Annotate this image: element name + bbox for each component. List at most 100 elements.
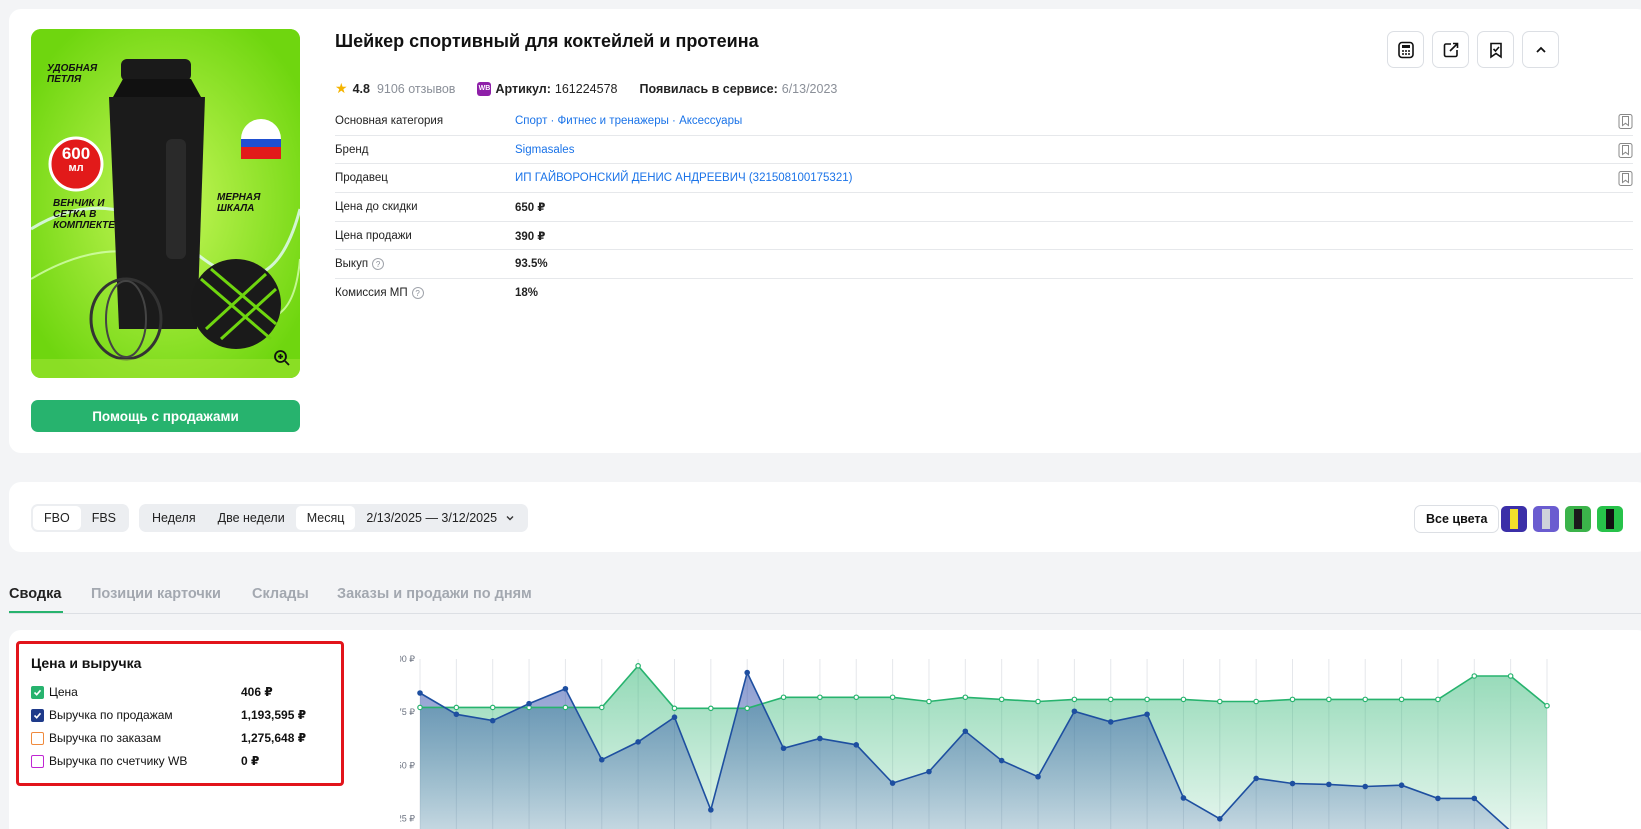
revenue-point[interactable] xyxy=(1362,783,1369,790)
price-point[interactable] xyxy=(780,694,787,701)
revenue-point[interactable] xyxy=(1217,816,1223,822)
revenue-point[interactable] xyxy=(1144,711,1150,718)
period-month[interactable]: Месяц xyxy=(295,506,356,530)
revenue-point[interactable] xyxy=(489,717,496,724)
period-week[interactable]: Неделя xyxy=(141,506,207,530)
price-point[interactable] xyxy=(853,694,860,701)
revenue-point[interactable] xyxy=(708,807,714,813)
period-two-weeks[interactable]: Две недели xyxy=(207,506,296,530)
price-point[interactable] xyxy=(1326,696,1332,703)
price-point[interactable] xyxy=(889,694,896,701)
scheme-fbo[interactable]: FBO xyxy=(33,506,81,530)
revenue-point[interactable] xyxy=(1071,708,1078,715)
legend-item-wb-counter[interactable]: Выручка по счетчику WB 0 ₽ xyxy=(31,752,321,770)
price-point[interactable] xyxy=(744,705,750,712)
all-colors-button[interactable]: Все цвета xyxy=(1414,505,1500,533)
legend-item-price[interactable]: Цена 406 ₽ xyxy=(31,683,321,701)
revenue-point[interactable] xyxy=(1326,781,1332,788)
price-point[interactable] xyxy=(1217,698,1223,705)
revenue-point[interactable] xyxy=(598,756,605,763)
date-range-picker[interactable]: 2/13/2025 — 3/12/2025 xyxy=(355,506,526,530)
price-point[interactable] xyxy=(1144,696,1150,703)
sales-help-button[interactable]: Помощь с продажами xyxy=(31,400,300,432)
price-point[interactable] xyxy=(926,698,932,705)
calculator-button[interactable] xyxy=(1387,31,1424,68)
price-point[interactable] xyxy=(1544,702,1550,709)
open-external-button[interactable] xyxy=(1432,31,1469,68)
revenue-point[interactable] xyxy=(526,700,532,707)
price-revenue-chart[interactable]: 500 ₽ 375 ₽ 250 ₽ 125 ₽ xyxy=(400,650,1641,829)
bookmark-icon[interactable] xyxy=(1618,142,1633,158)
zoom-icon[interactable] xyxy=(273,349,291,372)
bookmark-icon[interactable] xyxy=(1618,171,1633,187)
price-point[interactable] xyxy=(1035,698,1041,705)
price-point[interactable] xyxy=(562,704,569,711)
revenue-point[interactable] xyxy=(417,690,423,696)
brand-link[interactable]: Sigmasales xyxy=(515,144,574,156)
bookmark-icon[interactable] xyxy=(1618,114,1633,129)
revenue-point[interactable] xyxy=(1180,795,1187,801)
legend-item-orders-revenue[interactable]: Выручка по заказам 1,275,648 ₽ xyxy=(31,729,321,747)
tab-positions[interactable]: Позиции карточки xyxy=(91,586,221,602)
price-point[interactable] xyxy=(489,704,496,711)
reviews-count[interactable]: 9106 отзывов xyxy=(377,82,456,96)
price-point[interactable] xyxy=(1398,696,1405,703)
color-variant-3[interactable] xyxy=(1565,506,1591,532)
revenue-point[interactable] xyxy=(1435,795,1441,802)
help-icon[interactable]: ? xyxy=(411,287,424,300)
revenue-point[interactable] xyxy=(889,780,896,786)
help-icon[interactable]: ? xyxy=(372,258,385,271)
color-variant-2[interactable] xyxy=(1533,506,1559,532)
price-point[interactable] xyxy=(635,663,641,669)
legend-item-sales-revenue[interactable]: Выручка по продажам 1,193,595 ₽ xyxy=(31,706,321,724)
tab-orders-by-day[interactable]: Заказы и продажи по дням xyxy=(337,586,532,602)
price-point[interactable] xyxy=(671,705,678,712)
revenue-point[interactable] xyxy=(671,714,678,721)
revenue-point[interactable] xyxy=(817,735,823,742)
revenue-point[interactable] xyxy=(1471,795,1478,802)
category-link[interactable]: Спорт · Фитнес и тренажеры · Аксессуары xyxy=(515,115,742,127)
price-point[interactable] xyxy=(998,696,1005,703)
revenue-point[interactable] xyxy=(962,728,969,735)
price-point[interactable] xyxy=(1289,696,1296,703)
revenue-point[interactable] xyxy=(1253,775,1259,782)
revenue-point[interactable] xyxy=(780,745,787,752)
checkbox-unchecked[interactable] xyxy=(31,731,44,745)
collapse-button[interactable] xyxy=(1522,31,1559,68)
price-point[interactable] xyxy=(817,694,823,701)
revenue-point[interactable] xyxy=(635,739,641,745)
revenue-point[interactable] xyxy=(453,711,460,718)
price-point[interactable] xyxy=(1471,673,1478,679)
price-point[interactable] xyxy=(1253,698,1259,705)
price-point[interactable] xyxy=(1507,673,1514,679)
revenue-point[interactable] xyxy=(998,757,1005,764)
revenue-point[interactable] xyxy=(1035,773,1041,780)
revenue-point[interactable] xyxy=(1398,782,1405,789)
product-image[interactable]: УДОБНАЯ ПЕТЛЯ 600 мл ВЕНЧИК И СЕТКА В КО… xyxy=(31,29,300,378)
price-point[interactable] xyxy=(453,704,460,711)
revenue-point[interactable] xyxy=(1289,780,1296,787)
revenue-point[interactable] xyxy=(562,685,569,692)
color-variant-4[interactable] xyxy=(1597,506,1623,532)
price-point[interactable] xyxy=(1071,696,1078,703)
price-point[interactable] xyxy=(708,705,714,712)
revenue-point[interactable] xyxy=(1107,719,1114,725)
checkbox-checked[interactable] xyxy=(31,685,44,699)
tab-warehouses[interactable]: Склады xyxy=(252,586,309,602)
revenue-point[interactable] xyxy=(926,768,932,775)
bookmark-button[interactable] xyxy=(1477,31,1514,68)
revenue-point[interactable] xyxy=(853,742,860,748)
price-point[interactable] xyxy=(417,704,423,711)
price-point[interactable] xyxy=(962,694,969,701)
price-point[interactable] xyxy=(598,704,605,711)
price-point[interactable] xyxy=(1435,696,1441,703)
scheme-fbs[interactable]: FBS xyxy=(81,506,127,530)
color-variant-1[interactable] xyxy=(1501,506,1527,532)
revenue-point[interactable] xyxy=(744,669,750,676)
checkbox-checked[interactable] xyxy=(31,708,44,722)
tab-summary[interactable]: Сводка xyxy=(9,586,61,602)
price-point[interactable] xyxy=(1362,696,1369,703)
seller-link[interactable]: ИП ГАЙВОРОНСКИЙ ДЕНИС АНДРЕЕВИЧ (3215081… xyxy=(515,172,852,184)
price-point[interactable] xyxy=(1107,696,1114,703)
checkbox-unchecked[interactable] xyxy=(31,754,44,768)
